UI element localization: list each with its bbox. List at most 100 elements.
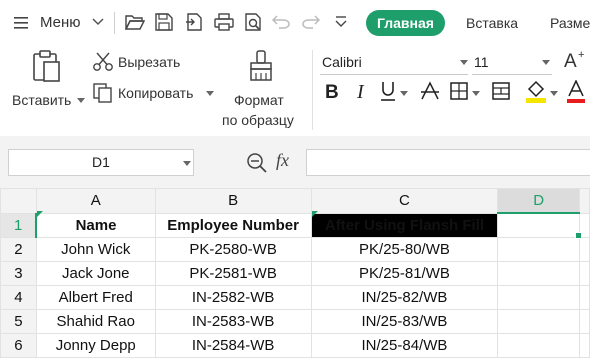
cell-d4[interactable] <box>497 285 581 310</box>
format-painter-label-1: Формат <box>234 92 284 108</box>
fill-color-icon[interactable] <box>525 80 547 104</box>
increase-font-size-icon[interactable]: A + <box>564 48 588 70</box>
cell-b2[interactable]: PK-2580-WB <box>154 237 312 262</box>
cell-e4[interactable] <box>579 285 590 310</box>
column-header-a[interactable]: A <box>35 188 156 214</box>
table-row: 1 Name Employee Number After Using Flans… <box>0 212 590 238</box>
font-size-value: 11 <box>474 54 489 70</box>
cell-c2[interactable]: PK/25-80/WB <box>310 237 499 262</box>
tab-layout[interactable]: Разме <box>550 15 590 31</box>
column-header-b[interactable]: B <box>154 188 312 214</box>
sheet-table: A B C D 1 Name Employee Number After Usi… <box>0 188 590 358</box>
tab-insert[interactable]: Вставка <box>466 15 518 31</box>
table-row: 3 Jack Jone PK-2581-WB PK/25-81/WB <box>0 261 590 286</box>
select-all-corner[interactable] <box>0 188 37 214</box>
name-box[interactable]: D1 <box>8 149 194 176</box>
caret-down-icon[interactable] <box>77 98 85 103</box>
cell-b3[interactable]: PK-2581-WB <box>154 261 312 286</box>
font-name-value: Calibri <box>322 54 362 70</box>
print-icon[interactable] <box>214 13 234 31</box>
more-arrow-icon[interactable] <box>334 16 348 28</box>
clipboard-icon <box>33 50 60 82</box>
undo-icon[interactable] <box>272 15 290 29</box>
top-menu-bar: Меню Главная Вставка Разме <box>0 0 590 44</box>
redo-icon[interactable] <box>302 15 320 29</box>
cut-button[interactable]: Вырезать <box>93 52 203 74</box>
svg-text:+: + <box>578 49 584 61</box>
svg-text:I: I <box>356 81 365 101</box>
merge-cells-icon[interactable] <box>492 82 510 100</box>
svg-text:B: B <box>325 82 339 101</box>
cell-d1[interactable] <box>497 212 581 238</box>
cell-a6[interactable]: Jonny Depp <box>35 333 156 358</box>
cell-e2[interactable] <box>579 237 590 262</box>
cell-d5[interactable] <box>497 309 581 334</box>
caret-down-icon[interactable] <box>400 91 408 96</box>
cell-b4[interactable]: IN-2582-WB <box>154 285 312 310</box>
cell-b1[interactable]: Employee Number <box>154 212 312 238</box>
copy-label: Копировать <box>118 85 194 101</box>
borders-icon[interactable] <box>450 82 468 100</box>
cell-e6[interactable] <box>579 333 590 358</box>
cell-d3[interactable] <box>497 261 581 286</box>
row-header[interactable]: 5 <box>0 309 37 334</box>
format-painter-button[interactable]: Формат по образцу <box>218 48 308 128</box>
caret-down-icon[interactable] <box>550 91 558 96</box>
spreadsheet-grid: A B C D 1 Name Employee Number After Usi… <box>0 188 590 358</box>
cell-a4[interactable]: Albert Fred <box>35 285 156 310</box>
copy-button[interactable]: Копировать <box>93 83 215 105</box>
row-header[interactable]: 4 <box>0 285 37 310</box>
bold-icon[interactable]: B <box>325 81 341 101</box>
save-icon[interactable] <box>155 13 173 31</box>
column-header-d[interactable]: D <box>497 188 581 214</box>
row-header[interactable]: 6 <box>0 333 37 358</box>
row-header[interactable]: 2 <box>0 237 37 262</box>
cell-b5[interactable]: IN-2583-WB <box>154 309 312 334</box>
cell-c1[interactable]: After Using Flansh Fill <box>310 212 499 238</box>
cell-e5[interactable] <box>579 309 590 334</box>
ribbon: Вставить Вырезать Копировать Формат по о… <box>0 44 590 136</box>
column-header-e[interactable] <box>579 188 590 214</box>
caret-down-icon <box>183 161 191 166</box>
caret-down-icon[interactable] <box>206 91 214 96</box>
underline-icon[interactable] <box>380 81 396 103</box>
paste-button[interactable]: Вставить <box>8 48 86 112</box>
export-pdf-icon[interactable] <box>185 13 203 31</box>
name-box-value: D1 <box>92 154 110 170</box>
cell-a5[interactable]: Shahid Rao <box>35 309 156 334</box>
table-row: 4 Albert Fred IN-2582-WB IN/25-82/WB <box>0 285 590 310</box>
table-row: 6 Jonny Depp IN-2584-WB IN/25-84/WB <box>0 333 590 358</box>
cell-c5[interactable]: IN/25-83/WB <box>310 309 499 334</box>
caret-down-icon <box>542 60 550 65</box>
formula-input[interactable] <box>306 149 590 176</box>
caret-down-icon[interactable] <box>472 91 480 96</box>
table-row: 2 John Wick PK-2580-WB PK/25-80/WB <box>0 237 590 262</box>
zoom-icon[interactable] <box>246 152 268 174</box>
tab-home[interactable]: Главная <box>366 10 445 36</box>
cell-d2[interactable] <box>497 237 581 262</box>
fx-label[interactable]: fx <box>276 150 289 171</box>
print-preview-icon[interactable] <box>244 13 262 31</box>
open-folder-icon[interactable] <box>125 13 145 31</box>
cell-e3[interactable] <box>579 261 590 286</box>
cell-b6[interactable]: IN-2584-WB <box>154 333 312 358</box>
cell-d6[interactable] <box>497 333 581 358</box>
row-header[interactable]: 3 <box>0 261 37 286</box>
toolbar-divider <box>114 12 115 34</box>
cell-c3[interactable]: PK/25-81/WB <box>310 261 499 286</box>
cell-a1[interactable]: Name <box>35 212 156 238</box>
cell-c4[interactable]: IN/25-82/WB <box>310 285 499 310</box>
menu-label: Меню <box>40 14 81 31</box>
font-color-icon[interactable] <box>566 80 586 104</box>
header-cell-marker <box>312 211 318 217</box>
strikethrough-icon[interactable] <box>420 81 440 101</box>
fill-handle[interactable] <box>575 232 582 239</box>
column-header-c[interactable]: C <box>310 188 499 214</box>
font-size-select[interactable]: 11 <box>472 50 552 75</box>
cell-a2[interactable]: John Wick <box>35 237 156 262</box>
cell-a3[interactable]: Jack Jone <box>35 261 156 286</box>
italic-icon[interactable]: I <box>356 81 368 101</box>
font-name-select[interactable]: Calibri <box>320 50 468 75</box>
row-header[interactable]: 1 <box>0 212 38 238</box>
cell-c6[interactable]: IN/25-84/WB <box>310 333 499 358</box>
